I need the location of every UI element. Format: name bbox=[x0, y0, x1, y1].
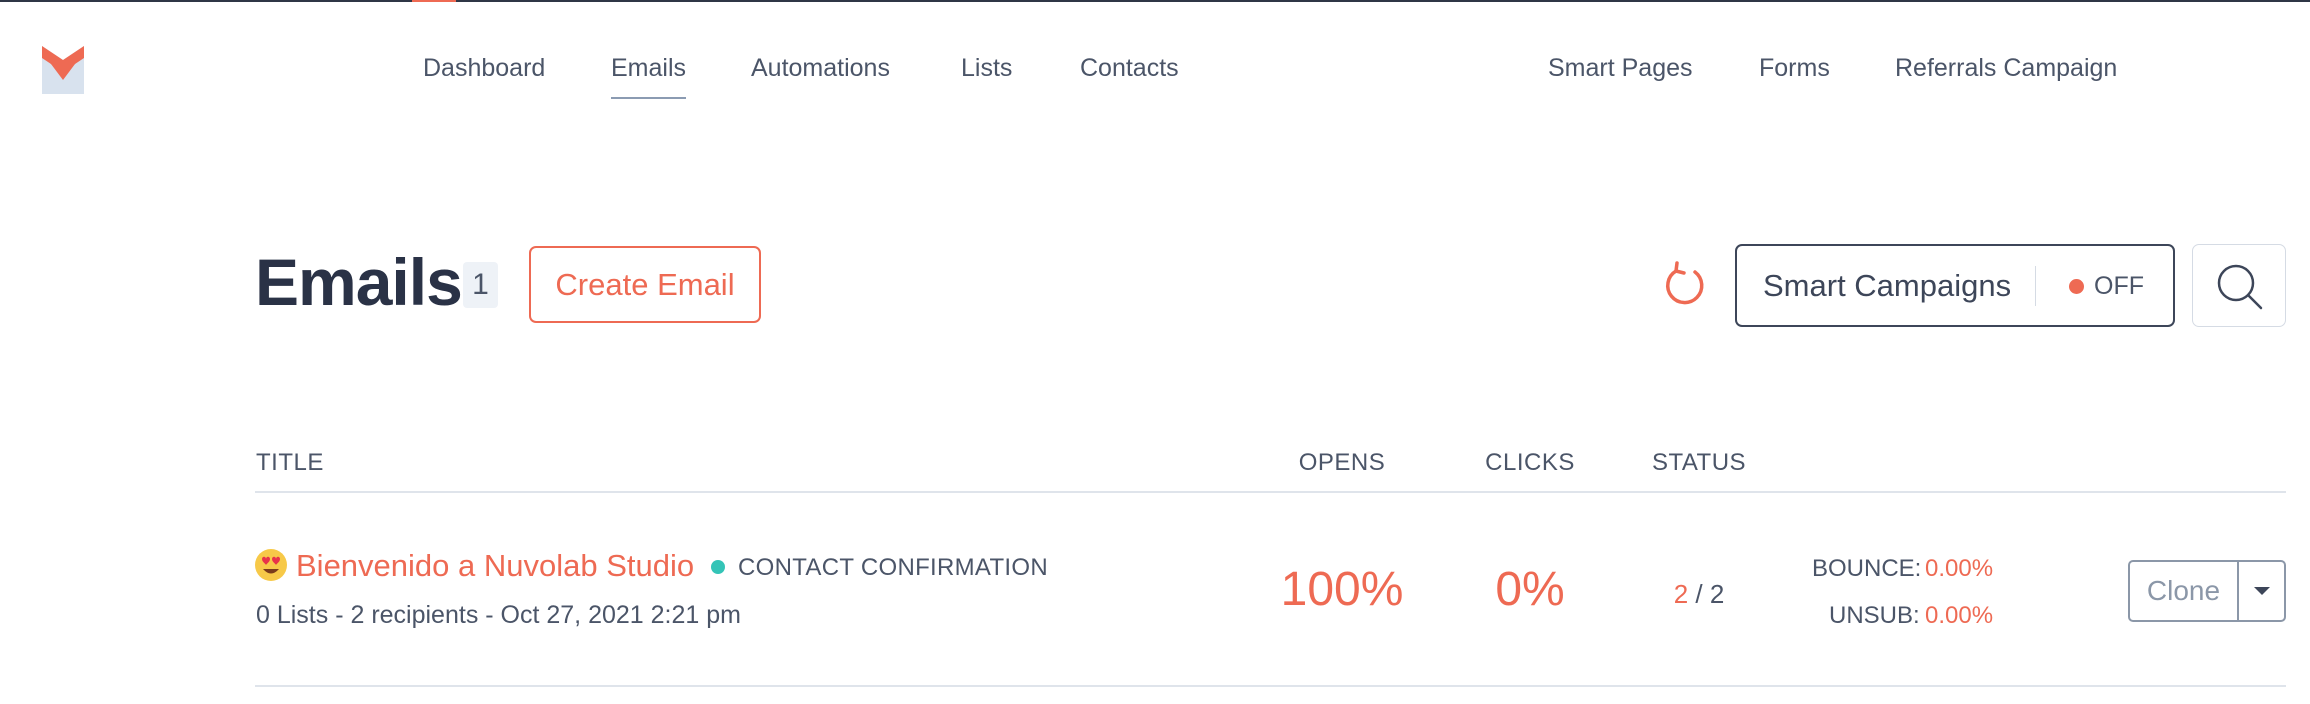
smart-campaigns-label: Smart Campaigns bbox=[1763, 268, 2012, 303]
top-border bbox=[0, 0, 2310, 2]
status-dot-icon bbox=[2069, 279, 2084, 294]
email-meta-info: 0 Lists - 2 recipients - Oct 27, 2021 2:… bbox=[256, 601, 741, 629]
smart-campaigns-divider bbox=[2035, 266, 2036, 306]
create-email-button[interactable]: Create Email bbox=[529, 246, 761, 323]
nav-emails[interactable]: Emails bbox=[611, 54, 687, 99]
opens-value: 100% bbox=[1280, 563, 1404, 616]
nav-dashboard[interactable]: Dashboard bbox=[423, 54, 545, 83]
clone-button[interactable]: Clone bbox=[2130, 562, 2237, 620]
nav-lists[interactable]: Lists bbox=[961, 54, 1012, 83]
email-type-label: CONTACT CONFIRMATION bbox=[738, 554, 1048, 581]
nav-automations[interactable]: Automations bbox=[751, 54, 890, 83]
status-total-count: / 2 bbox=[1695, 579, 1725, 609]
nav-contacts[interactable]: Contacts bbox=[1080, 54, 1179, 83]
bounce-label: BOUNCE: bbox=[1812, 555, 1922, 582]
unsub-label: UNSUB: bbox=[1829, 602, 1920, 629]
column-header-title: TITLE bbox=[256, 449, 324, 476]
smart-campaigns-toggle[interactable]: Smart Campaigns OFF bbox=[1735, 244, 2175, 327]
app-logo[interactable] bbox=[42, 46, 84, 94]
top-border-accent bbox=[412, 0, 456, 2]
chevron-down-icon[interactable] bbox=[2239, 562, 2284, 620]
column-header-clicks: CLICKS bbox=[1485, 449, 1575, 476]
clone-button-group: Clone bbox=[2128, 560, 2286, 622]
heart-eyes-emoji-icon bbox=[255, 549, 287, 581]
status-dot-icon bbox=[711, 560, 725, 574]
table-row-divider bbox=[255, 685, 2286, 687]
email-count-badge: 1 bbox=[463, 262, 498, 308]
status-sent-count: 2 bbox=[1673, 579, 1689, 609]
page-title: Emails bbox=[255, 245, 463, 319]
smart-campaigns-state: OFF bbox=[2094, 272, 2144, 300]
clicks-value: 0% bbox=[1495, 563, 1565, 616]
table-header-divider bbox=[255, 491, 2286, 493]
nav-smart-pages[interactable]: Smart Pages bbox=[1548, 54, 1693, 83]
nav-referrals-campaign[interactable]: Referrals Campaign bbox=[1895, 54, 2117, 83]
search-button[interactable] bbox=[2192, 244, 2286, 327]
email-title-link[interactable]: Bienvenido a Nuvolab Studio bbox=[296, 548, 694, 584]
column-header-opens: OPENS bbox=[1298, 449, 1386, 476]
nav-forms[interactable]: Forms bbox=[1759, 54, 1830, 83]
unsub-value: 0.00% bbox=[1925, 602, 1994, 629]
bounce-value: 0.00% bbox=[1925, 555, 1994, 582]
status-value: 2 / 2 bbox=[1674, 579, 1725, 610]
column-header-status: STATUS bbox=[1651, 449, 1747, 476]
refresh-icon[interactable] bbox=[1662, 260, 1708, 308]
search-icon bbox=[2217, 264, 2263, 310]
